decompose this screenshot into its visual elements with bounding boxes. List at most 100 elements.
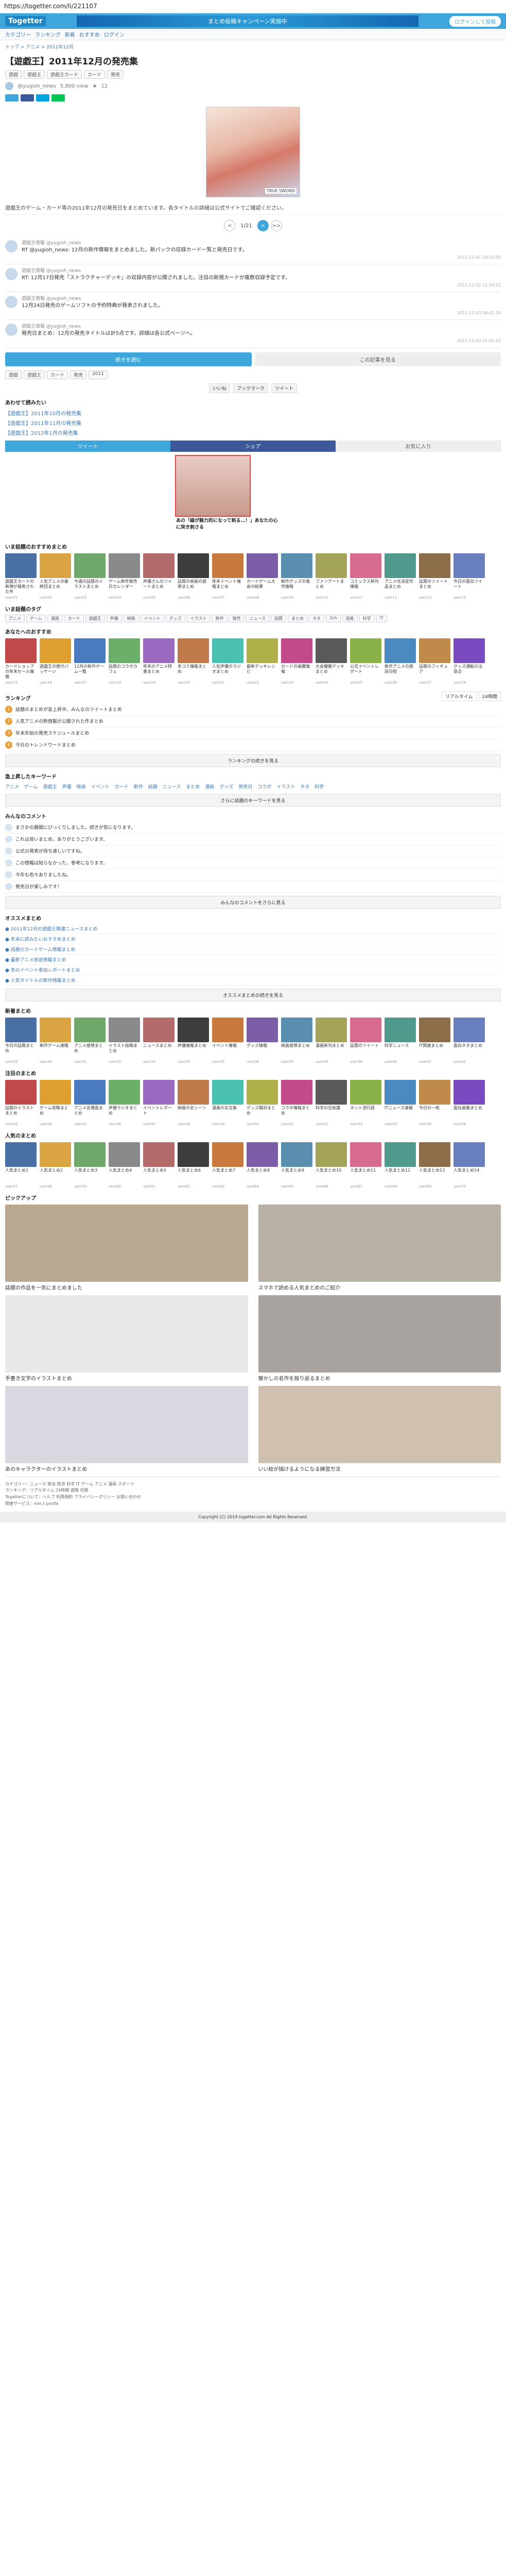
card-user[interactable]: user67: [350, 1184, 381, 1189]
keyword-link[interactable]: 声優: [62, 783, 72, 790]
card-user[interactable]: user63: [212, 1184, 243, 1189]
card-user[interactable]: user58: [40, 1184, 71, 1189]
avatar[interactable]: [5, 883, 12, 890]
card-title[interactable]: 今日の話題まとめ: [5, 1043, 37, 1060]
pickup-image[interactable]: [258, 1295, 501, 1372]
card-title[interactable]: 人気まとめ4: [109, 1168, 140, 1184]
card-title[interactable]: 話題のツイート: [350, 1043, 381, 1060]
card-thumbnail[interactable]: [419, 1142, 450, 1167]
card-thumbnail[interactable]: [247, 638, 278, 663]
grid-card[interactable]: 12月の新作ゲーム一覧 user17: [74, 638, 106, 685]
card-title[interactable]: 人気まとめ2: [40, 1168, 71, 1184]
keyword-link[interactable]: 科学: [315, 783, 324, 790]
grid-card[interactable]: 新作アニメの放送日程 user26: [385, 638, 416, 685]
card-thumbnail[interactable]: [40, 553, 71, 578]
card-thumbnail[interactable]: [178, 638, 209, 663]
card-user[interactable]: user47: [143, 1122, 175, 1126]
tweet-author[interactable]: 遊戯王情報 @yugioh_news: [22, 324, 501, 330]
ranking-title[interactable]: 今日のトレンドワードまとめ: [15, 741, 76, 748]
grid-card[interactable]: 今週の話題のイラストまとめ user03: [74, 553, 106, 600]
login-button[interactable]: ログインして投稿: [449, 15, 501, 27]
card-thumbnail[interactable]: [316, 1079, 347, 1105]
card-thumbnail[interactable]: [109, 553, 140, 578]
card-thumbnail[interactable]: [453, 1142, 485, 1167]
osusume-link[interactable]: ● 最新アニメ放送情報まとめ: [5, 955, 501, 965]
card-title[interactable]: 今日の一枚: [419, 1106, 450, 1122]
card-thumbnail[interactable]: [212, 1017, 243, 1042]
bookmark-button[interactable]: ブックマーク: [233, 383, 268, 393]
card-thumbnail[interactable]: [385, 1142, 416, 1167]
card-title[interactable]: 大会優勝デッキまとめ: [316, 664, 347, 681]
grid-card[interactable]: 話題のコラボカフェ user18: [109, 638, 140, 685]
card-thumbnail[interactable]: [419, 1017, 450, 1042]
breadcrumb[interactable]: トップ > アニメ > 2011年12月: [5, 40, 501, 53]
card-title[interactable]: ITニュース速報: [385, 1106, 416, 1122]
card-user[interactable]: user70: [453, 1184, 485, 1189]
card-user[interactable]: user21: [212, 681, 243, 685]
grid-card[interactable]: ファンアートまとめ user10: [316, 553, 347, 600]
grid-card[interactable]: グッズ通販の注意点 user28: [453, 638, 485, 685]
card-thumbnail[interactable]: [40, 1142, 71, 1167]
ranking-title[interactable]: 話題のまとめが急上昇中、みんなのツイートまとめ: [15, 706, 122, 713]
comment-more-button[interactable]: みんなのコメントをさらに見る: [5, 895, 501, 909]
ranking-item[interactable]: 4 今日のトレンドワードまとめ: [5, 739, 501, 751]
category-chip[interactable]: イラスト: [186, 614, 211, 622]
grid-card[interactable]: 人気まとめ13 user69: [419, 1142, 450, 1189]
category-chip[interactable]: 2ch: [326, 614, 341, 622]
card-user[interactable]: user34: [178, 1060, 209, 1064]
card-thumbnail[interactable]: [385, 638, 416, 663]
grid-card[interactable]: 最新デッキレシピ user22: [247, 638, 278, 685]
keyword-link[interactable]: イラスト: [276, 783, 295, 790]
facebook-share-button[interactable]: [21, 94, 34, 101]
card-user[interactable]: user68: [385, 1184, 416, 1189]
card-user[interactable]: user17: [74, 681, 106, 685]
card-user[interactable]: user37: [281, 1060, 312, 1064]
ranking-title[interactable]: 人気アニメの新情報が公開された件まとめ: [15, 718, 103, 724]
card-user[interactable]: user51: [281, 1122, 312, 1126]
keyword-more-button[interactable]: さらに話題のキーワードを見る: [5, 793, 501, 807]
card-thumbnail[interactable]: [178, 1142, 209, 1167]
card-user[interactable]: user27: [419, 681, 450, 685]
category-chip[interactable]: ネタ: [309, 614, 325, 622]
keyword-link[interactable]: 遊戯王: [43, 783, 57, 790]
keyword-link[interactable]: イベント: [91, 783, 110, 790]
card-title[interactable]: カードショップの年末セール情報: [5, 664, 37, 681]
card-title[interactable]: 人気まとめ10: [316, 1168, 347, 1184]
grid-card[interactable]: 新作グッズの発売情報 user09: [281, 553, 312, 600]
grid-card[interactable]: 今日の面白ツイート user14: [453, 553, 485, 600]
card-user[interactable]: user50: [247, 1122, 278, 1126]
grid-card[interactable]: 人気アニメの最終回まとめ user02: [40, 553, 71, 600]
card-thumbnail[interactable]: [247, 1079, 278, 1105]
card-thumbnail[interactable]: [419, 1079, 450, 1105]
pickup-image[interactable]: [5, 1295, 248, 1372]
keyword-link[interactable]: 映画: [77, 783, 86, 790]
grid-card[interactable]: 人気まとめ6 user62: [178, 1142, 209, 1189]
tweet-time[interactable]: 2011-12-03 08:41:10: [22, 310, 501, 316]
card-title[interactable]: 面白ネタまとめ: [453, 1043, 485, 1060]
pickup-title[interactable]: 手書き文字のイラストまとめ: [5, 1376, 248, 1383]
card-title[interactable]: アニメ化決定作品まとめ: [385, 579, 416, 596]
card-user[interactable]: user61: [143, 1184, 175, 1189]
card-user[interactable]: user38: [316, 1060, 347, 1064]
card-user[interactable]: user01: [5, 596, 37, 600]
card-title[interactable]: 新作グッズの発売情報: [281, 579, 312, 596]
card-thumbnail[interactable]: [419, 553, 450, 578]
card-title[interactable]: 人気まとめ12: [385, 1168, 416, 1184]
card-user[interactable]: user20: [178, 681, 209, 685]
pickup-image[interactable]: [258, 1204, 501, 1282]
card-thumbnail[interactable]: [385, 1017, 416, 1042]
card-user[interactable]: user11: [350, 596, 381, 600]
view-all-button[interactable]: この記事を見る: [254, 352, 501, 366]
card-title[interactable]: 最新デッキレシピ: [247, 664, 278, 681]
grid-card[interactable]: アニメ化決定作品まとめ user12: [385, 553, 416, 600]
grid-card[interactable]: コラボ情報まとめ user51: [281, 1079, 312, 1126]
card-user[interactable]: user64: [247, 1184, 278, 1189]
category-chip[interactable]: アニメ: [5, 614, 25, 622]
footer-line[interactable]: ランキング：リアルタイム 24時間 週間 月間: [5, 1487, 501, 1494]
card-user[interactable]: user46: [109, 1122, 140, 1126]
card-user[interactable]: user12: [385, 596, 416, 600]
grid-card[interactable]: 面白画像まとめ user56: [453, 1079, 485, 1126]
grid-card[interactable]: 話題のツイート user39: [350, 1017, 381, 1064]
card-title[interactable]: 遊戯王の歴代パッケージ: [40, 664, 71, 681]
card-thumbnail[interactable]: [453, 1017, 485, 1042]
